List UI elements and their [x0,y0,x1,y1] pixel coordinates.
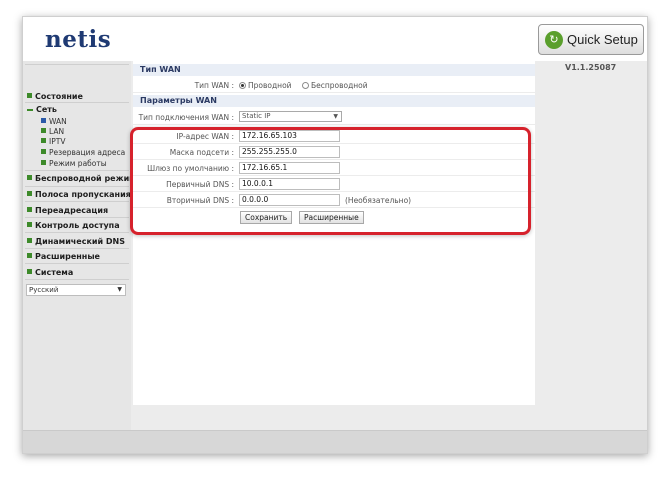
sidebar-item-label: Динамический DNS [35,237,125,246]
header: netis ↻ Quick Setup [23,17,647,61]
sidebar-item-label: Переадресация [35,206,109,215]
radio-wired[interactable]: Проводной [239,81,292,90]
divider [25,232,129,233]
radio-wireless[interactable]: Беспроводной [301,81,368,90]
bullet-icon [27,269,32,274]
sidebar-sub-label: WAN [49,117,67,126]
firmware-version: V1.1.25087 [565,63,617,72]
connection-type-label: Тип подключения WAN : [138,113,234,122]
divider [25,263,129,264]
sidebar-sub-lan[interactable]: LAN [41,127,64,136]
sidebar-sub-iptv[interactable]: IPTV [41,137,65,146]
sidebar-item-advanced[interactable]: Расширенные [27,252,100,261]
divider [25,201,129,202]
sidebar-item-access-control[interactable]: Контроль доступа [27,221,120,230]
bullet-icon [41,138,46,143]
chevron-down-icon: ▼ [333,113,338,120]
connection-type-row: Тип подключения WAN : Static IP ▼ [133,109,535,125]
sidebar-item-label: Сеть [36,105,57,114]
footer [23,430,647,453]
sidebar-sub-label: LAN [49,127,65,136]
sidebar-item-status[interactable]: Состояние [27,92,83,101]
bullet-icon [27,175,32,180]
wan-type-row: Тип WAN : Проводной Беспроводной [133,77,535,93]
sidebar-item-label: Полоса пропускания [35,190,131,199]
divider [25,248,129,249]
bullet-icon [27,222,32,227]
sidebar-item-ddns[interactable]: Динамический DNS [27,237,125,246]
sidebar-item-wireless[interactable]: Беспроводной режим [27,174,136,183]
section-wan-type: Тип WAN [133,64,535,76]
sidebar-item-label: Система [35,268,74,277]
bullet-icon [41,160,46,165]
radio-wired-label: Проводной [248,81,292,90]
minus-icon [27,109,33,111]
quick-setup-button[interactable]: ↻ Quick Setup [538,24,644,55]
radio-selected-icon [239,82,246,89]
radio-wireless-label: Беспроводной [310,81,368,90]
bullet-icon [27,93,32,98]
bullet-icon [27,191,32,196]
sidebar-item-label: Расширенные [35,252,100,261]
divider [25,217,129,218]
wan-type-label: Тип WAN : [194,81,234,90]
router-admin-window: netis ↻ Quick Setup Состояние Сеть WAN L… [22,16,648,454]
sidebar-item-label: Контроль доступа [35,221,120,230]
sidebar-item-label: Состояние [35,92,83,101]
connection-type-select[interactable]: Static IP ▼ [239,111,342,122]
language-select[interactable]: Русский ▼ [26,284,126,296]
divider [25,102,129,103]
netis-logo: netis [45,26,112,53]
divider [25,279,129,280]
sidebar-item-network[interactable]: Сеть [27,105,57,114]
sidebar-item-system[interactable]: Система [27,268,73,277]
bullet-icon [27,253,32,258]
quick-setup-label: Quick Setup [567,32,638,47]
sidebar-sub-operation-mode[interactable]: Режим работы [41,159,107,168]
bullet-icon [41,149,46,154]
connection-type-value: Static IP [242,112,271,120]
bullet-icon [27,238,32,243]
language-value: Русский [29,286,59,294]
sidebar-sub-address-reservation[interactable]: Резервация адреса [41,148,125,157]
sidebar-item-label: Беспроводной режим [35,174,136,183]
chevron-down-icon: ▼ [117,286,122,293]
sidebar-sub-label: Режим работы [49,159,107,168]
radio-empty-icon [301,82,309,89]
sidebar-sub-label: IPTV [49,137,66,146]
bullet-icon [27,207,32,212]
divider [25,64,129,65]
wan-type-options: Проводной Беспроводной [239,81,368,90]
divider [25,186,129,187]
section-wan-params: Параметры WAN [133,95,535,107]
sidebar-sub-label: Резервация адреса [49,148,126,157]
divider [25,170,129,171]
sidebar-sub-wan[interactable]: WAN [41,117,67,126]
highlight-box [130,127,531,235]
sidebar: Состояние Сеть WAN LAN IPTV Резервация а… [23,61,136,453]
sidebar-item-bandwidth[interactable]: Полоса пропускания [27,190,131,199]
quick-setup-icon: ↻ [545,30,563,49]
sidebar-item-forwarding[interactable]: Переадресация [27,206,108,215]
bullet-icon [41,128,46,133]
bullet-icon [41,118,46,123]
